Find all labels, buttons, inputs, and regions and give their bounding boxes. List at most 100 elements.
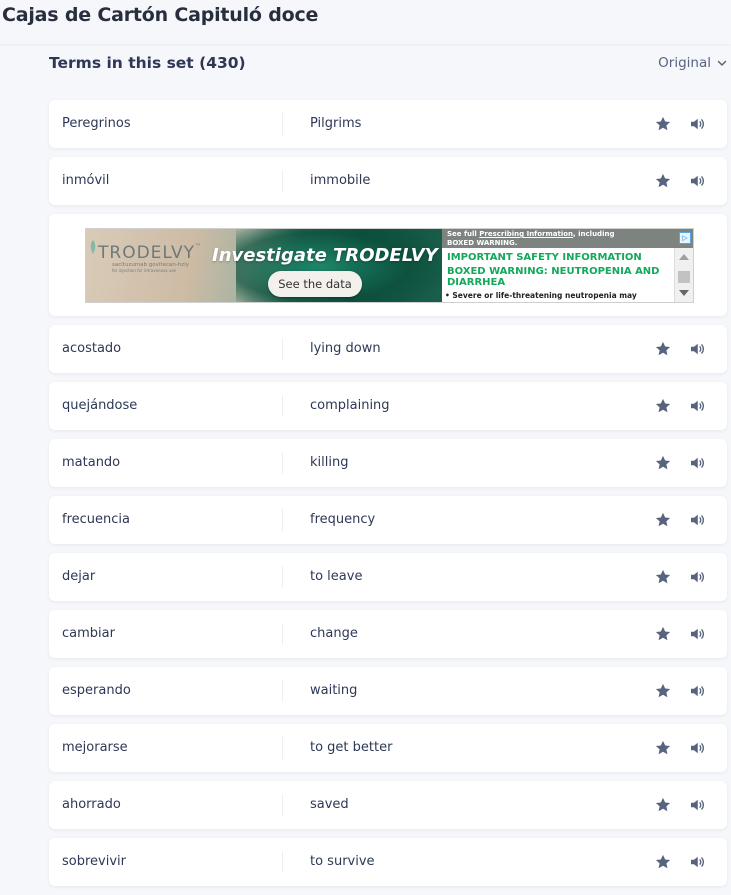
term-card: sobrevivir to survive (49, 838, 727, 886)
sort-dropdown[interactable]: Original (658, 55, 727, 71)
audio-button[interactable] (687, 795, 707, 815)
star-icon (655, 569, 671, 584)
term-definition: change (310, 626, 358, 641)
star-button[interactable] (653, 795, 673, 815)
term-definition: frequency (310, 512, 376, 527)
star-icon (655, 512, 671, 527)
speaker-icon (691, 856, 705, 868)
ad-bullet-text: • Severe or life-threatening neutropenia… (445, 291, 637, 300)
star-icon (655, 398, 671, 413)
term-definition: waiting (310, 683, 358, 698)
star-icon (655, 854, 671, 869)
ad-safety-panel: See full Prescribing Information, includ… (442, 229, 693, 302)
term-card: esperando waiting (49, 667, 727, 715)
star-button[interactable] (653, 453, 673, 473)
term-word: Peregrinos (62, 116, 131, 131)
card-divider (282, 566, 283, 588)
star-button[interactable] (653, 339, 673, 359)
term-card: dejar to leave (49, 553, 727, 601)
ad-see-data-button[interactable]: See the data (268, 271, 362, 297)
star-icon (655, 341, 671, 356)
term-word: quejándose (62, 398, 138, 413)
speaker-icon (691, 799, 705, 811)
star-button[interactable] (653, 624, 673, 644)
term-word: cambiar (62, 626, 115, 641)
ad-card: TRODELVY™ sacituzumab govitecan-hziy for … (49, 214, 727, 316)
star-icon (655, 626, 671, 641)
card-divider (282, 338, 283, 360)
ad-scroll-thumb[interactable] (678, 271, 690, 283)
ad-pi-text: See full Prescribing Information, includ… (447, 230, 615, 247)
star-button[interactable] (653, 681, 673, 701)
speaker-icon (691, 118, 705, 130)
term-definition: immobile (310, 173, 371, 188)
ad-scrollbar[interactable] (674, 248, 693, 302)
audio-button[interactable] (687, 339, 707, 359)
audio-button[interactable] (687, 510, 707, 530)
ad-pi-link[interactable]: Prescribing Information (479, 230, 573, 238)
speaker-icon (691, 742, 705, 754)
audio-button[interactable] (687, 738, 707, 758)
term-definition: to leave (310, 569, 363, 584)
card-divider (282, 113, 283, 135)
term-card: matando killing (49, 439, 727, 487)
speaker-icon (691, 571, 705, 583)
audio-button[interactable] (687, 624, 707, 644)
audio-button[interactable] (687, 396, 707, 416)
star-button[interactable] (653, 510, 673, 530)
audio-button[interactable] (687, 453, 707, 473)
card-divider (282, 452, 283, 474)
page-header: Cajas de Cartón Capituló doce (0, 0, 731, 44)
star-button[interactable] (653, 852, 673, 872)
term-word: matando (62, 455, 121, 470)
audio-button[interactable] (687, 171, 707, 191)
star-icon (655, 173, 671, 188)
term-card: inmóvil immobile (49, 157, 727, 205)
card-divider (282, 794, 283, 816)
card-divider (282, 737, 283, 759)
term-definition: lying down (310, 341, 381, 356)
term-card: mejorarse to get better (49, 724, 727, 772)
star-button[interactable] (653, 567, 673, 587)
star-button[interactable] (653, 171, 673, 191)
sort-dropdown-label: Original (658, 55, 711, 71)
audio-button[interactable] (687, 681, 707, 701)
star-icon (655, 740, 671, 755)
term-definition: to get better (310, 740, 393, 755)
terms-section-header: Terms in this set (430) Original (49, 52, 729, 78)
page-title: Cajas de Cartón Capituló doce (2, 4, 319, 26)
ad-scroll-down-icon[interactable] (679, 290, 689, 296)
term-word: frecuencia (62, 512, 130, 527)
term-definition: killing (310, 455, 349, 470)
ad-scroll-up-icon[interactable] (679, 254, 689, 260)
card-divider (282, 680, 283, 702)
star-button[interactable] (653, 396, 673, 416)
term-card: Peregrinos Pilgrims (49, 100, 727, 148)
star-icon (655, 455, 671, 470)
card-divider (282, 851, 283, 873)
terms-count-heading: Terms in this set (430) (49, 54, 246, 72)
term-definition: saved (310, 797, 349, 812)
speaker-icon (691, 343, 705, 355)
star-icon (655, 683, 671, 698)
audio-button[interactable] (687, 567, 707, 587)
ad-banner[interactable]: TRODELVY™ sacituzumab govitecan-hziy for … (85, 228, 694, 303)
ad-logo-subtitle: sacituzumab govitecan-hziy for injection … (112, 262, 189, 273)
term-definition: complaining (310, 398, 390, 413)
ad-choices-icon[interactable]: ▷ (679, 232, 691, 244)
term-definition: to survive (310, 854, 375, 869)
audio-button[interactable] (687, 852, 707, 872)
star-button[interactable] (653, 114, 673, 134)
ad-image: TRODELVY™ sacituzumab govitecan-hziy for … (86, 229, 446, 302)
speaker-icon (691, 400, 705, 412)
card-divider (282, 509, 283, 531)
ad-logo: TRODELVY™ (98, 243, 203, 263)
audio-button[interactable] (687, 114, 707, 134)
term-card: quejándose complaining (49, 382, 727, 430)
ad-safety-heading: IMPORTANT SAFETY INFORMATION (447, 252, 642, 263)
star-button[interactable] (653, 738, 673, 758)
speaker-icon (691, 514, 705, 526)
speaker-icon (691, 457, 705, 469)
ad-pi-bar: See full Prescribing Information, includ… (442, 229, 693, 248)
term-card: frecuencia frequency (49, 496, 727, 544)
